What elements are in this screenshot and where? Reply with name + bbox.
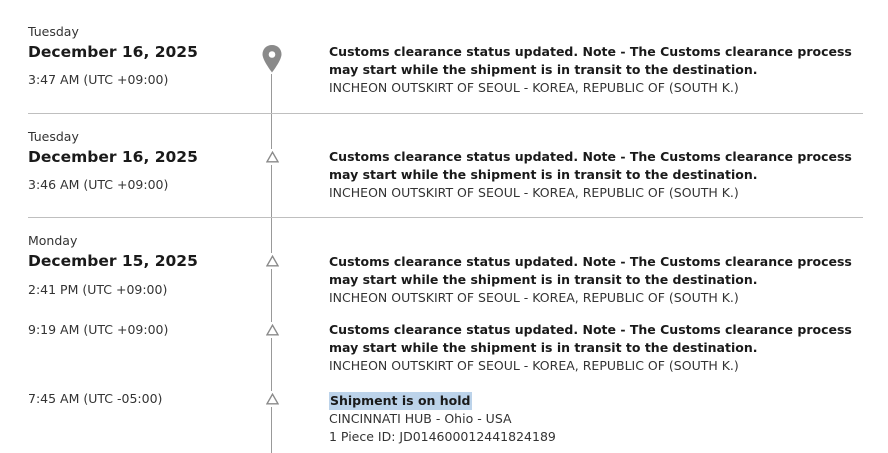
triangle-icon	[262, 322, 282, 338]
event-title: Customs clearance status updated. Note -…	[329, 254, 852, 287]
event-location: INCHEON OUTSKIRT OF SEOUL - KOREA, REPUB…	[329, 358, 739, 373]
event-day: Tuesday	[28, 24, 79, 39]
divider	[28, 217, 863, 218]
event-time: 9:19 AM (UTC +09:00)	[28, 322, 169, 337]
location-pin-icon	[260, 44, 284, 74]
event-day: Tuesday	[28, 129, 79, 144]
triangle-icon	[262, 149, 282, 165]
event-title-highlighted: Shipment is on hold	[329, 392, 472, 410]
event-title: Customs clearance status updated. Note -…	[329, 322, 852, 355]
event-title: Customs clearance status updated. Note -…	[329, 44, 852, 77]
event-date: December 16, 2025	[28, 148, 198, 166]
triangle-icon	[262, 253, 282, 269]
event-time: 3:47 AM (UTC +09:00)	[28, 72, 169, 87]
event-date: December 16, 2025	[28, 43, 198, 61]
event-time: 7:45 AM (UTC -05:00)	[28, 391, 163, 406]
event-location: INCHEON OUTSKIRT OF SEOUL - KOREA, REPUB…	[329, 80, 739, 95]
event-details: Shipment is on hold CINCINNATI HUB - Ohi…	[329, 390, 869, 446]
triangle-icon	[262, 391, 282, 407]
event-date: December 15, 2025	[28, 252, 198, 270]
event-location: INCHEON OUTSKIRT OF SEOUL - KOREA, REPUB…	[329, 185, 739, 200]
event-time: 2:41 PM (UTC +09:00)	[28, 282, 168, 297]
event-details: Customs clearance status updated. Note -…	[329, 321, 869, 375]
event-location: INCHEON OUTSKIRT OF SEOUL - KOREA, REPUB…	[329, 290, 739, 305]
piece-id: 1 Piece ID: JD014600012441824189	[329, 429, 556, 444]
event-title: Customs clearance status updated. Note -…	[329, 149, 852, 182]
event-day: Monday	[28, 233, 78, 248]
event-details: Customs clearance status updated. Note -…	[329, 43, 869, 97]
event-details: Customs clearance status updated. Note -…	[329, 253, 869, 307]
event-details: Customs clearance status updated. Note -…	[329, 148, 869, 202]
event-time: 3:46 AM (UTC +09:00)	[28, 177, 169, 192]
divider	[28, 113, 863, 114]
event-location: CINCINNATI HUB - Ohio - USA	[329, 411, 512, 426]
